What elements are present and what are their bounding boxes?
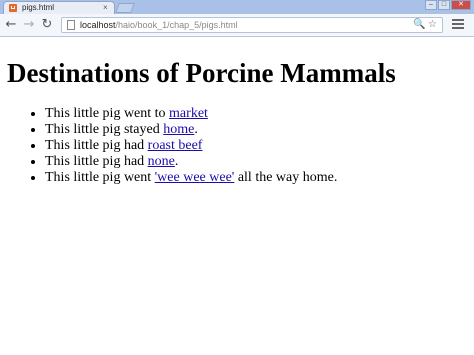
item-text: This little pig had bbox=[45, 138, 148, 153]
html-file-icon bbox=[9, 4, 17, 12]
menu-icon[interactable] bbox=[452, 19, 464, 30]
list-item: This little pig went 'wee wee wee' all t… bbox=[45, 170, 337, 186]
link-wee-wee-wee[interactable]: 'wee wee wee' bbox=[155, 170, 235, 185]
list-item: This little pig had roast beef bbox=[45, 138, 337, 154]
zoom-icon[interactable]: 🔍 bbox=[413, 19, 425, 31]
list-item: This little pig stayed home. bbox=[45, 122, 337, 138]
minimize-button[interactable]: – bbox=[425, 0, 437, 10]
destinations-list: This little pig went to market This litt… bbox=[0, 106, 337, 186]
item-text: This little pig had bbox=[45, 154, 148, 169]
item-text: This little pig stayed bbox=[45, 122, 164, 137]
page-title: Destinations of Porcine Mammals bbox=[7, 58, 396, 88]
item-text: This little pig went bbox=[45, 170, 155, 185]
window-controls: – □ ✕ bbox=[424, 0, 471, 11]
page-content: Destinations of Porcine Mammals This lit… bbox=[0, 38, 474, 355]
link-home[interactable]: home bbox=[163, 122, 194, 137]
url-path: /haio/book_1/chap_5/pigs.html bbox=[115, 20, 238, 30]
close-window-button[interactable]: ✕ bbox=[451, 0, 471, 10]
item-suffix: . bbox=[194, 122, 198, 137]
forward-arrow-icon[interactable]: → bbox=[22, 18, 36, 32]
browser-toolbar: ← → ↻ localhost/haio/book_1/chap_5/pigs.… bbox=[0, 14, 474, 37]
item-suffix: all the way home. bbox=[234, 170, 338, 185]
address-bar[interactable]: localhost/haio/book_1/chap_5/pigs.html 🔍… bbox=[61, 17, 443, 33]
link-roast-beef[interactable]: roast beef bbox=[148, 138, 203, 153]
close-tab-icon[interactable]: × bbox=[103, 3, 108, 13]
list-item: This little pig went to market bbox=[45, 106, 337, 122]
item-suffix: . bbox=[174, 154, 179, 169]
url-text[interactable]: localhost/haio/book_1/chap_5/pigs.html bbox=[80, 19, 238, 31]
back-arrow-icon[interactable]: ← bbox=[4, 18, 18, 32]
new-tab-button[interactable] bbox=[115, 3, 135, 13]
reload-icon[interactable]: ↻ bbox=[40, 18, 54, 32]
item-text: This little pig went to bbox=[45, 106, 170, 121]
bookmark-star-icon[interactable]: ☆ bbox=[428, 19, 437, 31]
browser-chrome: pigs.html × – □ ✕ ← → ↻ localhost/haio/b… bbox=[0, 0, 474, 37]
maximize-button[interactable]: □ bbox=[438, 0, 450, 10]
browser-tab[interactable]: pigs.html × bbox=[3, 1, 115, 15]
tab-strip: pigs.html × – □ ✕ bbox=[0, 0, 474, 15]
link-none[interactable]: none bbox=[148, 154, 175, 169]
tab-title: pigs.html bbox=[22, 3, 55, 12]
page-icon bbox=[67, 20, 75, 30]
link-market[interactable]: market bbox=[169, 106, 208, 121]
url-host: localhost bbox=[80, 20, 116, 30]
list-item: This little pig had none. bbox=[45, 154, 337, 170]
